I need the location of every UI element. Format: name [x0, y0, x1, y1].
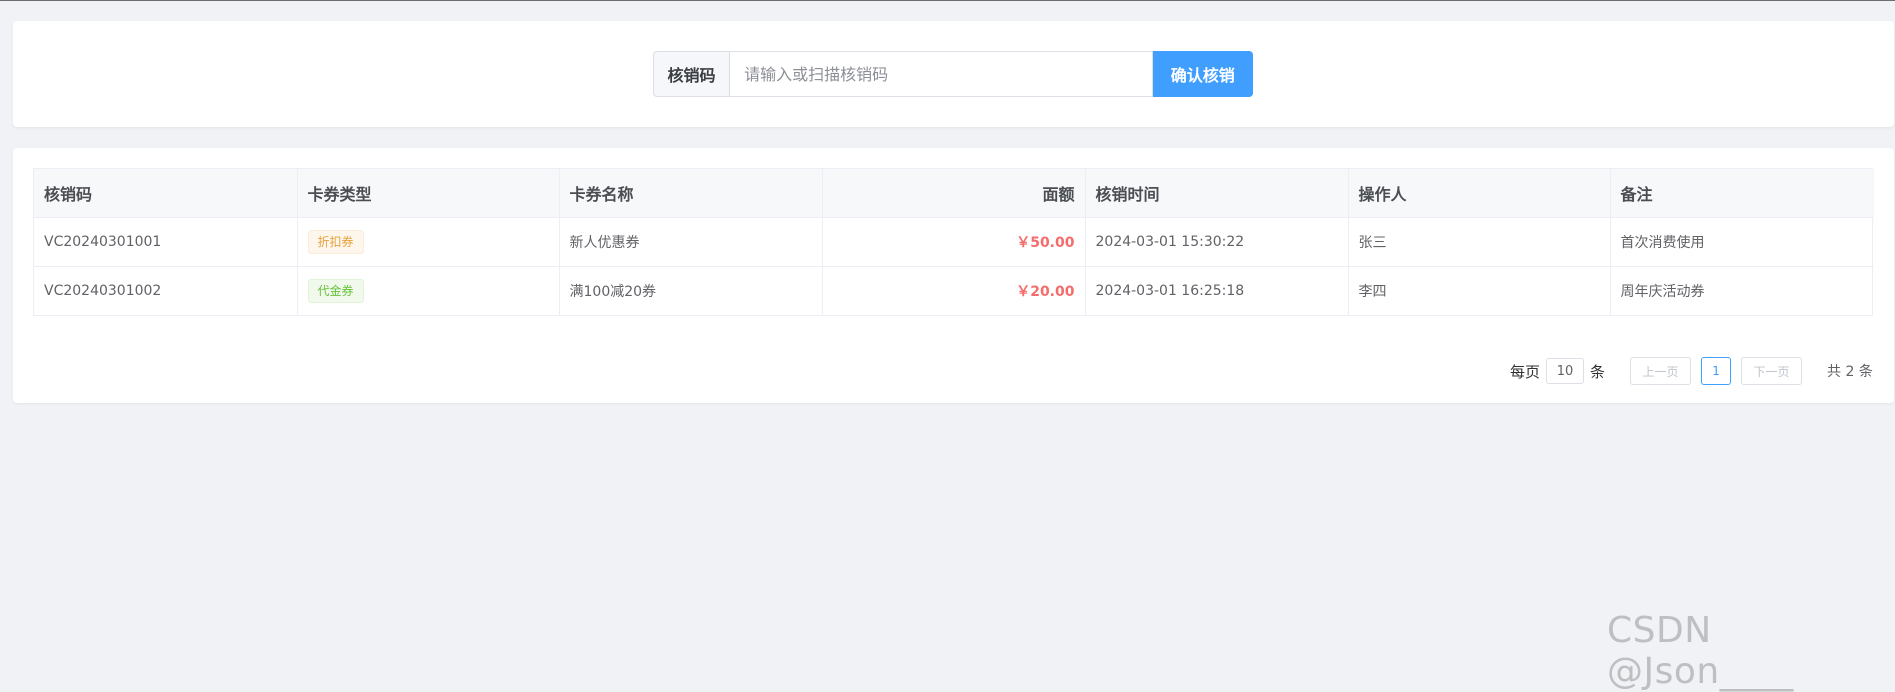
- cell-remark: 周年庆活动券: [1620, 284, 1705, 300]
- column-header-time: 核销时间: [1085, 169, 1349, 218]
- per-page-unit: 条: [1590, 362, 1606, 381]
- prev-page-button[interactable]: 上一页: [1630, 357, 1692, 385]
- cell-type: 代金券: [297, 266, 560, 315]
- cell-time: 2024-03-01 15:30:22: [1085, 217, 1349, 267]
- verify-code-label: 核销码: [653, 51, 730, 97]
- top-border: [0, 0, 1895, 1]
- watermark: CSDN @Json____: [1607, 610, 1794, 692]
- search-card: 核销码 确认核销: [13, 21, 1894, 127]
- column-header-operator: 操作人: [1348, 169, 1611, 218]
- verify-code-input[interactable]: [729, 51, 1153, 97]
- confirm-verify-button[interactable]: 确认核销: [1152, 51, 1253, 97]
- column-header-remark: 备注: [1610, 169, 1874, 218]
- cell-remark: 首次消费使用: [1610, 217, 1874, 267]
- cell-code: VC20240301001: [34, 217, 298, 267]
- table-header-row: 核销码 卡券类型 卡券名称 面额 核销时间 操作人 备注: [34, 169, 1874, 218]
- cell-type: 折扣券: [297, 217, 560, 267]
- cell-operator: 李四: [1348, 266, 1611, 315]
- column-header-amount: 面额: [822, 169, 1086, 218]
- pagination: 每页 条 上一页 1 下一页 共 2 条: [1510, 356, 1873, 386]
- page-number-button[interactable]: 1: [1701, 357, 1732, 385]
- verify-code-input-group: 核销码 确认核销: [653, 51, 1253, 97]
- coupon-type-tag: 折扣券: [307, 230, 364, 254]
- records-card: 核销码 卡券类型 卡券名称 面额 核销时间 操作人 备注 VC202403010…: [13, 148, 1894, 403]
- column-header-type: 卡券类型: [297, 169, 560, 218]
- cell-operator: 张三: [1348, 217, 1611, 267]
- cell-time: 2024-03-01 16:25:18: [1085, 266, 1349, 315]
- total-count: 共 2 条: [1827, 364, 1873, 380]
- cell-amount: ￥20.00: [822, 266, 1086, 315]
- column-header-code: 核销码: [34, 169, 298, 218]
- next-page-button[interactable]: 下一页: [1741, 357, 1803, 385]
- column-header-name: 卡券名称: [559, 169, 823, 218]
- cell-name: 新人优惠券: [559, 217, 823, 267]
- per-page-label: 每页: [1510, 362, 1541, 381]
- table-row: VC20240301002 代金券 满100减20券 ￥20.00 2024-0…: [34, 266, 1874, 315]
- coupon-type-tag: 代金券: [307, 279, 364, 303]
- cell-amount: ￥50.00: [822, 217, 1086, 267]
- page-size-input[interactable]: [1546, 358, 1585, 384]
- cell-code: VC20240301002: [34, 266, 298, 315]
- table-row: VC20240301001 折扣券 新人优惠券 ￥50.00 2024-03-0…: [34, 217, 1874, 267]
- records-table: 核销码 卡券类型 卡券名称 面额 核销时间 操作人 备注 VC202403010…: [33, 168, 1874, 316]
- cell-name: 满100减20券: [559, 266, 823, 315]
